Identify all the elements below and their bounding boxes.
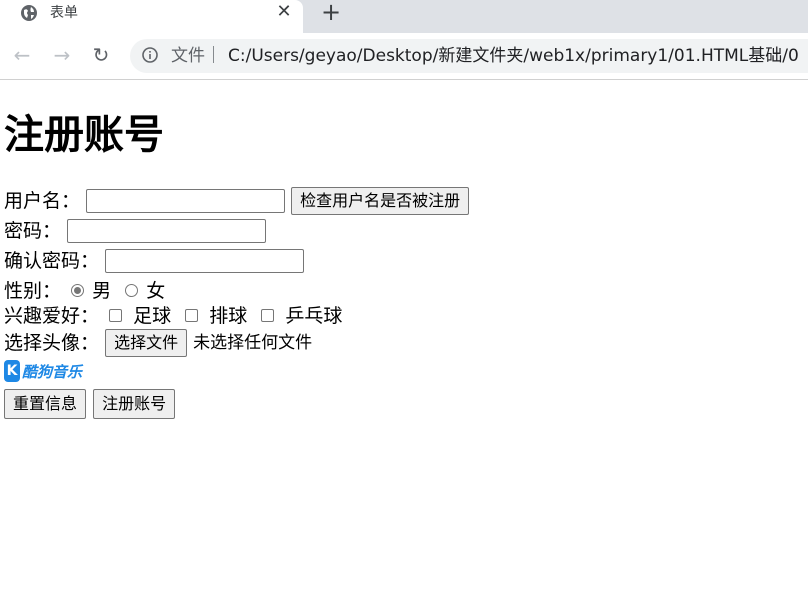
hobby-pingpong-label: 乒乓球 <box>285 304 343 327</box>
file-scheme-label: 文件｜ <box>171 46 222 66</box>
address-bar[interactable]: 文件｜ C:/Users/geyao/Desktop/新建文件夹/web1x/p… <box>130 39 808 73</box>
gender-row: 性别： 男 女 <box>4 277 165 303</box>
browser-toolbar: ← → ↻ 文件｜ C:/Users/geyao/Desktop/新建文件夹/w… <box>0 33 808 80</box>
confirm-password-input[interactable] <box>105 248 305 273</box>
hobby-football-checkbox[interactable] <box>109 309 123 322</box>
gender-male-radio[interactable] <box>71 284 85 297</box>
url-text[interactable]: C:/Users/geyao/Desktop/新建文件夹/web1x/prima… <box>228 46 799 66</box>
gender-male-label: 男 <box>92 279 112 302</box>
tab-strip: 表单 ✕ + <box>0 0 808 33</box>
register-button[interactable]: 注册账号 <box>93 389 176 419</box>
gender-label: 性别： <box>4 279 62 302</box>
form-buttons: 重置信息 注册账号 <box>4 389 176 419</box>
username-label: 用户名： <box>4 190 81 212</box>
hobby-volleyball-label: 排球 <box>209 304 248 327</box>
new-tab-icon[interactable]: + <box>319 0 343 24</box>
hobby-label: 兴趣爱好： <box>4 304 100 327</box>
back-arrow-icon[interactable]: ← <box>10 43 34 67</box>
hobby-row: 兴趣爱好： 足球 排球 乒乓球 <box>4 302 342 328</box>
reload-icon[interactable]: ↻ <box>89 43 113 67</box>
no-file-selected-text: 未选择任何文件 <box>193 333 313 353</box>
kugou-logo: K 酷狗音乐 <box>4 360 82 382</box>
choose-file-button[interactable]: 选择文件 <box>105 329 188 357</box>
hobby-pingpong-checkbox[interactable] <box>261 309 275 322</box>
reset-button[interactable]: 重置信息 <box>4 389 87 419</box>
username-row: 用户名： 检查用户名是否被注册 <box>4 187 470 215</box>
username-input[interactable] <box>86 189 286 213</box>
gender-female-label: 女 <box>146 279 166 302</box>
password-row: 密码： <box>4 217 267 243</box>
confirm-password-label: 确认密码： <box>4 249 100 272</box>
forward-arrow-icon[interactable]: → <box>50 43 74 67</box>
avatar-row: 选择头像： 选择文件 未选择任何文件 <box>4 329 313 357</box>
page-title: 注册账号 <box>4 112 164 158</box>
check-username-button[interactable]: 检查用户名是否被注册 <box>291 187 470 215</box>
kugou-logo-text: 酷狗音乐 <box>22 362 83 381</box>
hobby-volleyball-checkbox[interactable] <box>185 309 199 322</box>
avatar-label: 选择头像： <box>4 332 100 354</box>
confirm-password-row: 确认密码： <box>4 247 305 273</box>
hobby-football-label: 足球 <box>133 304 172 327</box>
password-label: 密码： <box>4 219 62 242</box>
active-tab[interactable]: 表单 ✕ <box>0 0 303 33</box>
tab-title: 表单 <box>50 5 78 21</box>
kugou-k-icon: K <box>4 360 20 382</box>
close-icon[interactable]: ✕ <box>274 1 294 23</box>
info-icon[interactable] <box>142 47 158 63</box>
gender-female-radio[interactable] <box>125 284 139 297</box>
globe-icon <box>21 5 37 21</box>
password-input[interactable] <box>67 218 267 243</box>
